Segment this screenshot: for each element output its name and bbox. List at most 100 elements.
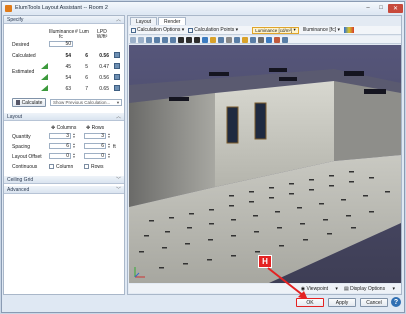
spacing-rows-stepper[interactable]: ▲ ▼ (107, 143, 111, 149)
view-top-icon[interactable] (178, 36, 184, 43)
layout-offset-rows-input[interactable]: 0 (84, 153, 106, 159)
section-specify[interactable]: Specify ︿ (4, 16, 124, 24)
estimated-label: Estimated (12, 69, 35, 75)
minimize-icon[interactable]: – (362, 4, 374, 13)
rotate-icon[interactable] (170, 36, 176, 43)
tab-layout[interactable]: Layout (130, 17, 158, 25)
previous-calculation-value: Show Previous Calculation... (53, 100, 111, 105)
view-tabs: Layout Render (130, 17, 187, 25)
section-ceiling-grid[interactable]: Ceiling Grid ﹀ (4, 176, 124, 184)
export-icon[interactable] (234, 36, 240, 43)
door-right (254, 102, 267, 140)
camera-icon[interactable] (218, 36, 224, 43)
continuous-columns-checkbox[interactable] (49, 164, 54, 169)
render-viewport[interactable] (129, 45, 401, 283)
view-front-icon[interactable] (186, 36, 192, 43)
display-options-menu[interactable]: ▤ Display Options ▾ (344, 286, 395, 292)
desired-illuminance-input[interactable]: 50 (49, 41, 73, 47)
spacing-unit: ft (113, 144, 116, 150)
estimate-lpd: 0.47 (99, 64, 109, 70)
render-icon[interactable] (202, 36, 208, 43)
cancel-button[interactable]: Cancel (360, 298, 388, 307)
light-icon[interactable] (210, 36, 216, 43)
estimate-illuminance: 63 (65, 86, 71, 92)
layout-offset-label: Layout Offset (12, 154, 42, 160)
chevron-down-icon: ▼ (116, 100, 120, 105)
previous-calculation-select[interactable]: Show Previous Calculation... ▼ (50, 99, 122, 106)
section-advanced[interactable]: Advanced ﹀ (4, 186, 124, 194)
pan-icon[interactable] (162, 36, 168, 43)
num-lum-header: # Lum (75, 29, 89, 35)
quantity-columns-stepper[interactable]: ▲ ▼ (72, 133, 76, 139)
calculate-button[interactable]: Calculate (12, 98, 46, 107)
help-icon[interactable]: ? (391, 297, 401, 307)
measure-icon[interactable] (266, 36, 272, 43)
quantity-rows-stepper[interactable]: ▲ ▼ (107, 133, 111, 139)
calculated-num-lum: 6 (85, 53, 88, 59)
tab-render[interactable]: Render (158, 17, 187, 25)
app-logo-icon (5, 4, 12, 12)
calculate-label: Calculate (21, 99, 43, 106)
apply-calculated-icon[interactable] (114, 52, 120, 58)
home-icon[interactable] (146, 36, 152, 43)
calculation-options-label: Calculation Options (137, 27, 181, 33)
luminance-label: Luminance [cd/m²] (255, 27, 293, 33)
view-toolbar (129, 36, 401, 44)
layers-icon[interactable] (282, 36, 288, 43)
grid-icon (131, 27, 136, 33)
quantity-rows-input[interactable]: 3 (84, 133, 106, 139)
chevron-up-icon: ︿ (115, 17, 121, 23)
forward-icon[interactable] (138, 36, 144, 43)
quantity-columns-input[interactable]: 3 (49, 133, 71, 139)
back-icon[interactable] (130, 36, 136, 43)
estimate-low-icon (41, 63, 48, 69)
section-icon[interactable] (274, 36, 280, 43)
chevron-up-icon: ︿ (115, 114, 121, 120)
illuminance-label: Illuminance [fc] (302, 27, 337, 33)
estimate-lpd: 0.56 (99, 75, 109, 81)
apply-button[interactable]: Apply (328, 298, 356, 307)
estimate-num-lum: 7 (85, 86, 88, 92)
section-layout-label: Layout (7, 113, 23, 120)
section-layout[interactable]: Layout ︿ (4, 113, 124, 121)
rows-header: ✥ Rows (86, 125, 104, 131)
continuous-rows-checkbox[interactable] (84, 164, 89, 169)
apply-estimate-icon[interactable] (114, 74, 120, 80)
chevron-down-icon: ﹀ (115, 187, 121, 193)
grid-toggle-icon[interactable] (250, 36, 256, 43)
color-scale-icon[interactable] (344, 27, 354, 33)
calculation-points-menu[interactable]: Calculation Points ▾ (188, 27, 238, 33)
spacing-rows-input[interactable]: 6 (84, 143, 106, 149)
estimate-mid-icon (41, 74, 48, 80)
calculation-options-menu[interactable]: Calculation Options ▾ (131, 27, 184, 33)
estimate-num-lum: 5 (85, 64, 88, 70)
ok-button[interactable]: OK (296, 298, 324, 307)
calculated-illuminance: 54 (65, 53, 71, 59)
apply-estimate-icon[interactable] (114, 85, 120, 91)
layout-offset-rows-stepper[interactable]: ▲ ▼ (107, 153, 111, 159)
luminaire (279, 77, 297, 81)
apply-estimate-icon[interactable] (114, 63, 120, 69)
zoom-icon[interactable] (154, 36, 160, 43)
spacing-columns-stepper[interactable]: ▲ ▼ (72, 143, 76, 149)
settings-icon[interactable] (226, 36, 232, 43)
window-title: ElumTools Layout Assistant -- Room 2 (15, 5, 108, 11)
calculated-lpd: 0.56 (99, 53, 109, 59)
spacing-columns-input[interactable]: 6 (49, 143, 71, 149)
luminance-select[interactable]: Luminance [cd/m²] ▾ (252, 26, 299, 34)
estimate-high-icon (41, 85, 48, 91)
view-side-icon[interactable] (194, 36, 200, 43)
lpd-unit-header: W/ft² (96, 34, 108, 40)
continuous-columns-label: Column (56, 164, 74, 170)
right-panel: Layout Render Calculation Options ▾ Calc… (127, 15, 402, 295)
sun-icon[interactable] (242, 36, 248, 43)
room-render (129, 45, 401, 283)
layout-offset-columns-input[interactable]: 0 (49, 153, 71, 159)
person-icon[interactable] (258, 36, 264, 43)
layout-offset-columns-stepper[interactable]: ▲ ▼ (72, 153, 76, 159)
illuminance-select[interactable]: Illuminance [fc] ▾ (303, 27, 340, 33)
continuous-label: Continuous (12, 164, 38, 170)
points-icon (188, 27, 194, 33)
close-button[interactable]: ✕ (388, 3, 403, 13)
maximize-icon[interactable]: □ (375, 4, 387, 13)
